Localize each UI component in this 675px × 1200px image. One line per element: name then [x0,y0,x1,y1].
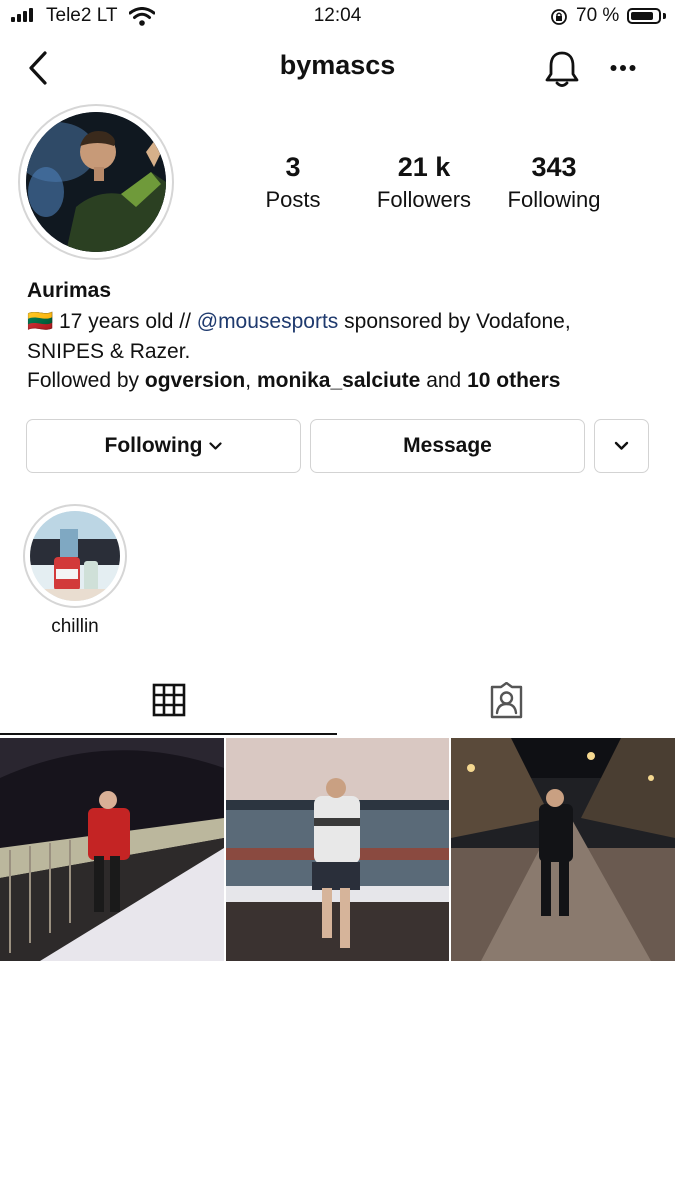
followers-count: 21 k [397,152,451,182]
orientation-lock-icon [551,9,567,25]
bio-line-1: 🇱🇹 17 years old // @mousesports sponsore… [27,310,571,334]
followed-by-user[interactable]: ogversion [145,369,245,392]
following-count: 343 [531,152,577,182]
stat-followers[interactable]: 21 k Followers [354,152,494,213]
followed-by-others[interactable]: 10 others [467,369,560,392]
post-thumbnail[interactable] [451,738,675,961]
message-button[interactable]: Message [310,419,585,473]
active-tab-indicator [0,733,337,735]
status-time: 12:04 [313,5,362,26]
post-thumbnail[interactable] [0,738,224,961]
avatar[interactable] [26,112,166,252]
more-options-icon[interactable] [610,63,636,73]
followed-by-separator: , [245,369,252,392]
story-highlight[interactable] [30,511,120,601]
highlight-label: chillin [51,616,99,637]
followed-by[interactable]: Followed by ogversion, monika_salciute a… [27,369,560,393]
following-button-label: Following [104,434,203,457]
battery-icon [627,8,661,24]
grid-icon[interactable] [152,683,186,717]
followed-by-and: and [426,369,462,392]
following-label: Following [507,187,601,212]
lithuania-flag-icon: 🇱🇹 [27,310,54,333]
stat-posts[interactable]: 3 Posts [223,152,363,213]
bio-mention-link[interactable]: @mousesports [197,310,339,333]
tagged-icon[interactable] [488,682,525,719]
battery-tip [663,13,666,19]
following-button[interactable]: Following [26,419,301,473]
bio-text: 17 years old // [59,310,191,333]
followers-label: Followers [376,187,472,212]
stat-following[interactable]: 343 Following [484,152,624,213]
bio-sponsor-text: sponsored by Vodafone, [344,310,571,333]
followed-by-prefix: Followed by [27,369,140,392]
post-thumbnail[interactable] [226,738,449,961]
posts-count: 3 [285,152,301,182]
battery-percent: 70 % [576,5,620,26]
posts-label: Posts [265,187,321,212]
bell-icon[interactable] [544,49,580,89]
chevron-down-icon [614,441,629,450]
chevron-down-icon [209,441,223,450]
message-button-label: Message [403,434,492,457]
bio-line-2: SNIPES & Razer. [27,340,191,363]
profile-display-name: Aurimas [27,279,112,302]
suggested-accounts-button[interactable] [594,419,649,473]
followed-by-user[interactable]: monika_salciute [257,369,420,392]
status-bar: Tele2 LT 12:04 70 % [0,0,675,34]
